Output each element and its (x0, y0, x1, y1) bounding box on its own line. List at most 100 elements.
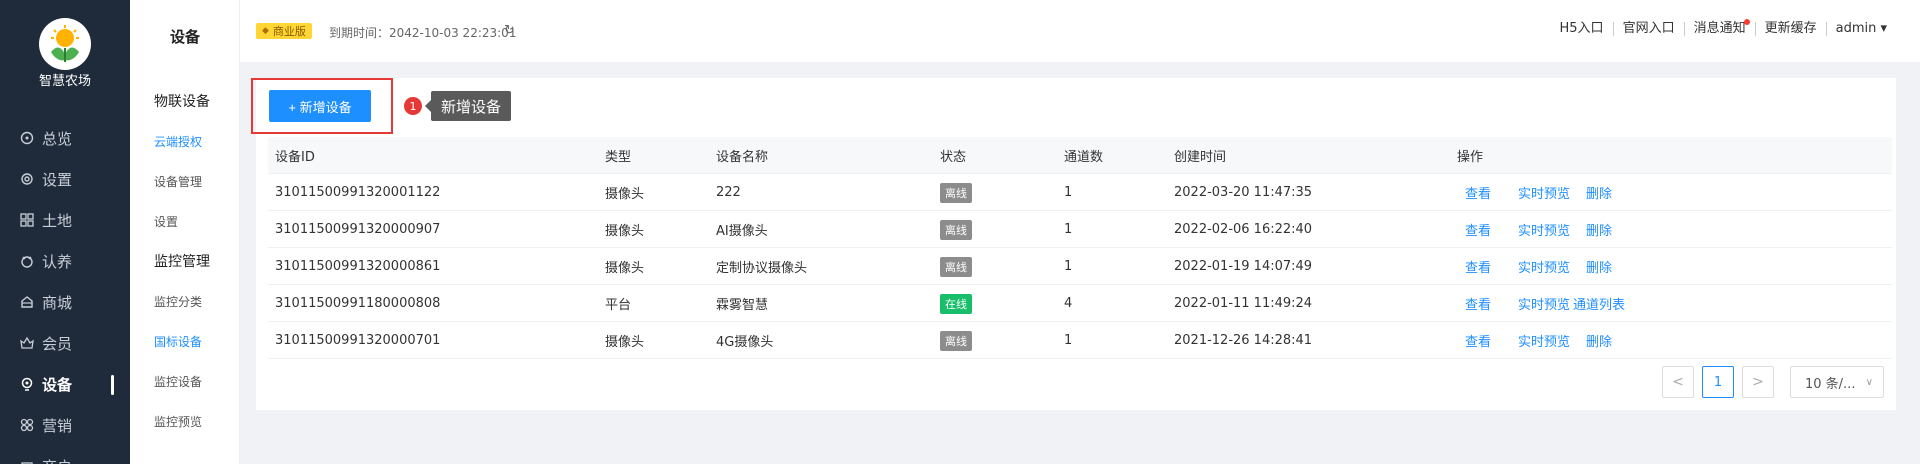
row-action-link[interactable]: 删除 (1586, 322, 1612, 359)
cell-device-id: 31011500991320000701 (275, 333, 441, 348)
edition-badge: ◆ 商业版 (256, 23, 312, 39)
sub-item-gb-device[interactable]: 国标设备 (154, 333, 202, 350)
website-entry-link[interactable]: 官网入口 (1614, 22, 1685, 36)
cell-channels: 1 (1064, 333, 1073, 348)
sidebar-item-label: 设置 (42, 170, 73, 189)
gear-icon (20, 172, 34, 186)
pagination-page-1[interactable]: 1 (1702, 366, 1734, 398)
row-action-link[interactable]: 查看 (1465, 322, 1491, 359)
expire-time: 到期时间：2042-10-03 22:23:01 (329, 26, 517, 40)
notification-link[interactable]: 消息通知 (1685, 19, 1756, 36)
sub-group-monitor: 监控管理 (154, 254, 210, 270)
sub-item-monitor-device[interactable]: 监控设备 (154, 373, 202, 390)
notification-label: 消息通知 (1693, 21, 1746, 36)
dashboard-icon (20, 131, 34, 145)
add-device-button[interactable]: + 新增设备 (269, 90, 371, 122)
sub-item-monitor-preview[interactable]: 监控预览 (154, 413, 202, 430)
row-action-link[interactable]: 查看 (1465, 174, 1491, 211)
cell-channels: 1 (1064, 222, 1073, 237)
sidebar-item-label: 土地 (42, 211, 73, 230)
merchant-icon (20, 459, 34, 464)
col-actions: 操作 (1457, 150, 1484, 165)
cell-status: 离线 (940, 211, 972, 248)
clear-cache-link[interactable]: 更新缓存 (1756, 22, 1827, 36)
sidebar-item-label: 商户 (42, 456, 72, 464)
main-sidebar: 智慧农场 总览 设置 土地 认养 商城 会员 设备 营销 (0, 0, 130, 464)
row-action-link[interactable]: 删除 (1586, 174, 1612, 211)
row-action-link[interactable]: 删除 (1586, 211, 1612, 248)
status-badge: 在线 (940, 293, 972, 314)
row-action-link[interactable]: 查看 (1465, 285, 1491, 322)
cell-device-name: 222 (716, 185, 741, 200)
top-header: ◆ 商业版 到期时间：2042-10-03 22:23:01 ↻ H5入口 官网… (240, 0, 1920, 62)
cell-device-name: 4G摄像头 (716, 335, 774, 350)
sidebar-item-label: 会员 (42, 334, 73, 353)
pagination-prev-button[interactable]: < (1662, 366, 1694, 398)
sidebar-item-label: 营销 (42, 416, 73, 435)
row-action-link[interactable]: 实时预览 (1518, 211, 1570, 248)
cell-channels: 1 (1064, 259, 1073, 274)
adopt-icon (20, 254, 34, 268)
row-action-link[interactable]: 实时预览 (1518, 248, 1570, 285)
row-action-link[interactable]: 实时预览 (1518, 285, 1570, 322)
sidebar-item-adopt[interactable]: 认养 (0, 243, 130, 279)
edition-label: 商业版 (272, 25, 306, 38)
cell-type: 平台 (605, 298, 632, 313)
row-action-link[interactable]: 删除 (1586, 248, 1612, 285)
cell-device-id: 31011500991320001122 (275, 185, 441, 200)
row-action-link[interactable]: 实时预览 (1518, 322, 1570, 359)
status-badge: 离线 (940, 330, 972, 351)
sub-item-settings[interactable]: 设置 (154, 213, 178, 230)
app-logo[interactable] (39, 18, 91, 70)
cell-device-id: 31011500991320000907 (275, 222, 441, 237)
diamond-icon: ◆ (262, 26, 269, 36)
chevron-down-icon: ∨ (1865, 376, 1873, 388)
page-size-select[interactable]: 10 条/... ∨ (1790, 366, 1884, 398)
sidebar-item-merchant[interactable]: 商户 (0, 448, 130, 464)
col-type: 类型 (605, 150, 632, 165)
farm-logo-icon (51, 25, 79, 62)
sidebar-item-shop[interactable]: 商城 (0, 284, 130, 320)
sub-item-cloud-auth[interactable]: 云端授权 (154, 133, 202, 150)
cell-created-time: 2022-03-20 11:47:35 (1174, 185, 1313, 200)
row-action-link[interactable]: 查看 (1465, 248, 1491, 285)
sub-item-device-manage[interactable]: 设备管理 (154, 173, 202, 190)
cell-channels: 4 (1064, 296, 1073, 311)
col-device-name: 设备名称 (716, 150, 769, 165)
col-status: 状态 (940, 150, 967, 165)
sidebar-item-member[interactable]: 会员 (0, 325, 130, 361)
status-badge: 离线 (940, 182, 972, 203)
cell-type: 摄像头 (605, 335, 645, 350)
table-row: 31011500991320000907 摄像头 AI摄像头 离线 1 2022-02-0… (268, 211, 1892, 248)
sub-group-iot: 物联设备 (154, 94, 210, 110)
row-action-link[interactable]: 通道列表 (1573, 285, 1625, 322)
cell-created-time: 2022-01-19 14:07:49 (1174, 259, 1313, 274)
user-menu[interactable]: admin ▾ (1827, 22, 1896, 36)
active-indicator (111, 375, 114, 395)
sub-sidebar-title: 设备 (169, 28, 200, 46)
sidebar-item-land[interactable]: 土地 (0, 202, 130, 238)
sidebar-item-device[interactable]: 设备 (0, 366, 130, 402)
refresh-icon[interactable]: ↻ (504, 23, 515, 38)
sidebar-item-overview[interactable]: 总览 (0, 120, 130, 156)
page-size-label: 10 条/... (1805, 376, 1856, 392)
sidebar-item-marketing[interactable]: 营销 (0, 407, 130, 443)
cell-created-time: 2022-01-11 11:49:24 (1174, 296, 1313, 311)
row-action-link[interactable]: 查看 (1465, 211, 1491, 248)
row-action-link[interactable]: 实时预览 (1518, 174, 1570, 211)
cell-status: 在线 (940, 285, 972, 322)
device-icon (20, 377, 34, 391)
cell-created-time: 2022-02-06 16:22:40 (1174, 222, 1313, 237)
sidebar-item-label: 商城 (42, 293, 73, 312)
sidebar-item-settings[interactable]: 设置 (0, 161, 130, 197)
cell-type: 摄像头 (605, 187, 645, 202)
cell-status: 离线 (940, 174, 972, 211)
shop-icon (20, 295, 34, 309)
h5-entry-link[interactable]: H5入口 (1551, 22, 1614, 36)
col-device-id: 设备ID (275, 150, 315, 165)
header-links: H5入口 官网入口 消息通知 更新缓存 admin ▾ (1551, 19, 1896, 36)
pagination-next-button[interactable]: > (1742, 366, 1774, 398)
sub-item-monitor-category[interactable]: 监控分类 (154, 293, 202, 310)
cell-created-time: 2021-12-26 14:28:41 (1174, 333, 1313, 348)
grid-icon (20, 213, 34, 227)
